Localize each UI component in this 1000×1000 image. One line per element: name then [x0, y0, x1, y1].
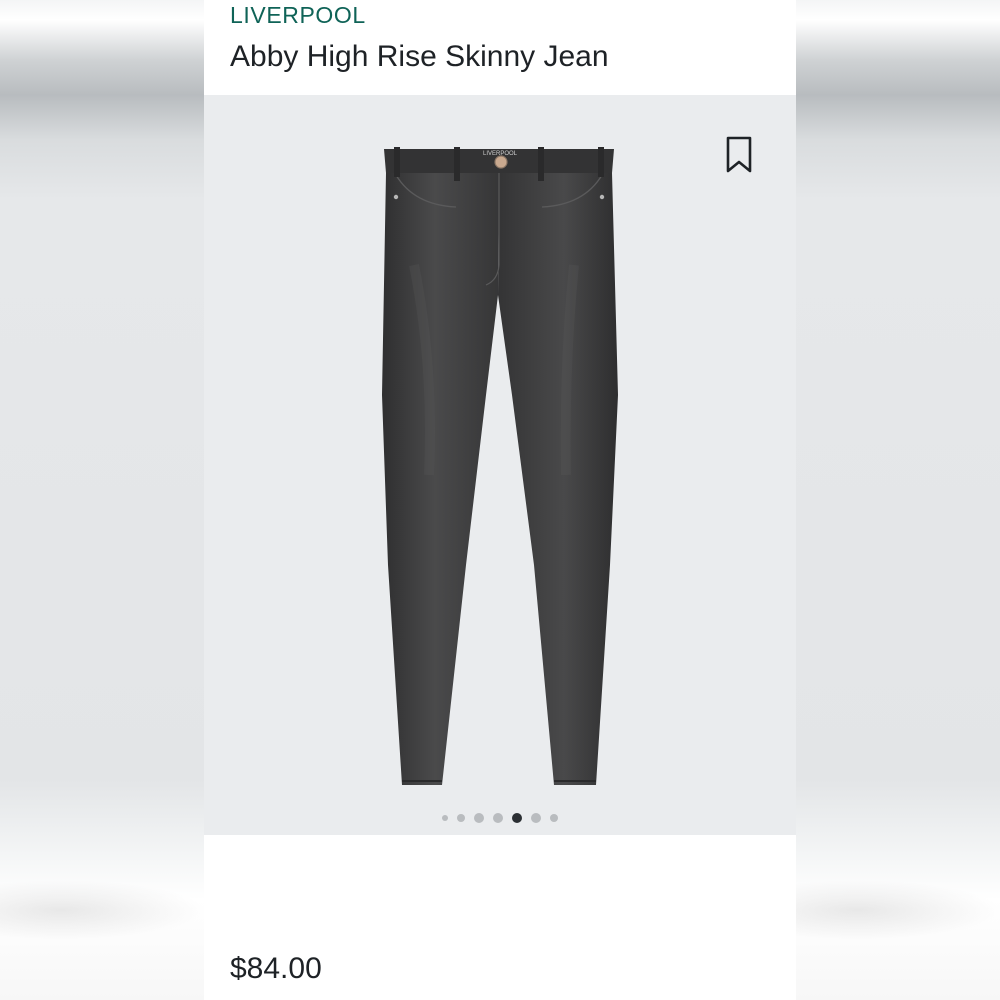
carousel-dot[interactable] — [457, 814, 465, 822]
carousel-dot[interactable] — [442, 815, 448, 821]
product-image-carousel[interactable]: LIVERPOOL — [204, 95, 796, 835]
screen: LIVERPOOL Abby High Rise Skinny Jean LIV… — [0, 0, 1000, 1000]
bookmark-icon[interactable] — [724, 135, 754, 175]
waistband-label: LIVERPOOL — [483, 151, 518, 157]
carousel-indicator — [204, 811, 796, 825]
product-image: LIVERPOOL — [382, 147, 618, 785]
brand-name[interactable]: LIVERPOOL — [230, 2, 366, 29]
backdrop-right — [796, 0, 1000, 1000]
carousel-dot[interactable] — [531, 813, 541, 823]
product-panel: LIVERPOOL Abby High Rise Skinny Jean LIV… — [204, 0, 796, 1000]
backdrop-left — [0, 0, 204, 1000]
carousel-dot[interactable] — [550, 814, 558, 822]
product-title: Abby High Rise Skinny Jean — [230, 40, 609, 73]
carousel-dot-active[interactable] — [512, 813, 522, 823]
product-price: $84.00 — [230, 952, 322, 985]
carousel-dot[interactable] — [474, 813, 484, 823]
carousel-dot[interactable] — [493, 813, 503, 823]
